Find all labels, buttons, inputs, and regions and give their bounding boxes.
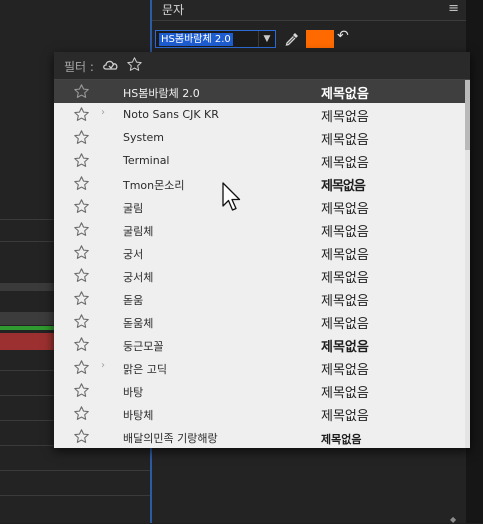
swap-colors-icon[interactable]: ↶ (337, 28, 349, 44)
font-name: 굴림 (123, 202, 144, 215)
font-sample: 제목없음 (321, 225, 369, 240)
font-list-item[interactable]: 굴림체 제목없음 (54, 218, 470, 241)
font-sample: 제목없음 (321, 87, 369, 102)
favorite-star-icon[interactable] (73, 152, 90, 169)
star-outline-icon[interactable] (126, 56, 143, 73)
filter-bar: 필터 : (54, 52, 470, 80)
font-sample: 제목없음 (321, 156, 369, 171)
font-name: 궁서 (123, 248, 144, 261)
font-name: 돋움체 (123, 317, 154, 330)
font-sample: 제목없음 (321, 271, 369, 286)
font-list-item[interactable]: › 맑은 고딕 제목없음 (54, 356, 470, 379)
font-sample: 제목없음 (321, 179, 366, 194)
scrollbar-thumb[interactable] (465, 80, 470, 150)
font-name: 돋움 (123, 294, 144, 307)
font-list-item[interactable]: Terminal 제목없음 (54, 149, 470, 172)
chevron-right-icon[interactable]: › (101, 360, 105, 371)
font-name: 궁서체 (123, 271, 154, 284)
favorite-star-icon[interactable] (73, 244, 90, 261)
favorite-star-icon[interactable] (73, 83, 90, 100)
font-sample: 제목없음 (321, 317, 369, 332)
font-sample: 제목없음 (321, 202, 369, 217)
font-name: 배달의민족 기랑해랑 (123, 432, 218, 445)
favorite-star-icon[interactable] (73, 267, 90, 284)
font-sample: 제목없음 (321, 409, 369, 424)
chevron-down-icon[interactable]: ▼ (258, 31, 275, 47)
font-list-item[interactable]: Tmon몬소리 제목없음 (54, 172, 470, 195)
font-name: 맑은 고딕 (123, 363, 167, 376)
font-sample: 제목없음 (321, 248, 369, 263)
mouse-cursor-icon (222, 182, 241, 211)
favorite-star-icon[interactable] (73, 129, 90, 146)
font-name: 둥근모꼴 (123, 340, 164, 353)
font-name: HS봄바람체 2.0 (123, 87, 200, 100)
resize-corner-icon[interactable]: ◆ (450, 515, 458, 524)
favorite-star-icon[interactable] (73, 313, 90, 330)
font-name: Terminal (123, 154, 170, 167)
fill-color-swatch[interactable] (306, 30, 334, 48)
favorite-star-icon[interactable] (73, 221, 90, 238)
font-list-item[interactable]: 궁서 제목없음 (54, 241, 470, 264)
favorite-star-icon[interactable] (73, 405, 90, 422)
filter-label: 필터 : (64, 60, 94, 74)
font-list-item[interactable]: 돋움 제목없음 (54, 287, 470, 310)
favorite-star-icon[interactable] (73, 428, 90, 445)
font-dropdown: 필터 : HS봄바람체 2.0 제목없음 › Noto Sans CJK KR 제목없음… (54, 52, 470, 448)
font-list-item[interactable]: System 제목없음 (54, 126, 470, 149)
character-panel-header: 문자 ≡ (152, 0, 466, 21)
font-name: 바탕체 (123, 409, 154, 422)
font-name: System (123, 131, 165, 144)
panel-divider (0, 470, 150, 471)
favorite-star-icon[interactable] (73, 290, 90, 307)
font-name: Noto Sans CJK KR (123, 108, 219, 121)
font-family-select[interactable]: HS봄바람체 2.0 ▼ (155, 30, 276, 48)
list-scrollbar[interactable] (465, 80, 470, 448)
favorite-star-icon[interactable] (73, 106, 90, 123)
font-list-item[interactable]: 둥근모꼴 제목없음 (54, 333, 470, 356)
font-list: HS봄바람체 2.0 제목없음 › Noto Sans CJK KR 제목없음 Syste… (54, 80, 470, 448)
font-name: 바탕 (123, 386, 144, 399)
font-list-item[interactable]: 돋움체 제목없음 (54, 310, 470, 333)
font-name: 굴림체 (123, 225, 154, 238)
font-list-item[interactable]: 바탕 제목없음 (54, 379, 470, 402)
font-family-value[interactable]: HS봄바람체 2.0 (159, 33, 233, 46)
font-sample: 제목없음 (321, 340, 369, 355)
chevron-right-icon[interactable]: › (101, 107, 105, 118)
font-sample: 제목없음 (321, 294, 369, 309)
font-sample: 제목없음 (321, 110, 369, 125)
font-list-item[interactable]: 배달의민족 기랑해랑 제목없음 (54, 425, 470, 448)
panel-divider (0, 495, 150, 496)
font-list-item[interactable]: 바탕체 제목없음 (54, 402, 470, 425)
favorite-star-icon[interactable] (73, 359, 90, 376)
eyedropper-icon[interactable] (284, 31, 300, 47)
font-list-item[interactable]: › Noto Sans CJK KR 제목없음 (54, 103, 470, 126)
font-sample: 제목없음 (321, 133, 369, 148)
font-name: Tmon몬소리 (123, 179, 185, 192)
font-list-item[interactable]: 궁서체 제목없음 (54, 264, 470, 287)
font-sample: 제목없음 (321, 433, 362, 446)
hamburger-icon[interactable]: ≡ (448, 1, 459, 16)
favorite-star-icon[interactable] (73, 382, 90, 399)
favorite-star-icon[interactable] (73, 198, 90, 215)
cloud-sync-icon[interactable] (102, 58, 120, 72)
favorite-star-icon[interactable] (73, 175, 90, 192)
font-list-item[interactable]: 굴림 제목없음 (54, 195, 470, 218)
font-sample: 제목없음 (321, 363, 369, 378)
font-list-item[interactable]: HS봄바람체 2.0 제목없음 (54, 80, 470, 103)
font-sample: 제목없음 (321, 386, 369, 401)
panel-title: 문자 (162, 3, 185, 17)
favorite-star-icon[interactable] (73, 336, 90, 353)
